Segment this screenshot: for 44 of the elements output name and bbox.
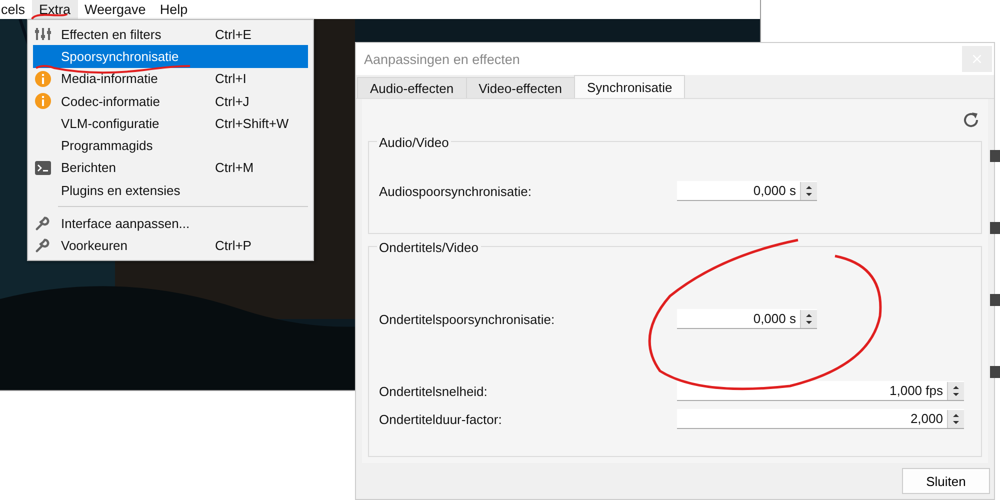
menu-item[interactable]: Interface aanpassen... xyxy=(33,212,308,235)
group-title: Ondertitels/Video xyxy=(377,240,480,255)
menu-bar-item[interactable]: Extra xyxy=(32,0,78,19)
window-title: Aanpassingen en effecten xyxy=(364,52,520,66)
side-marker xyxy=(990,150,1000,162)
menu-item[interactable]: Effecten en filters Ctrl+E xyxy=(33,23,308,46)
menu-bar-item[interactable]: Help xyxy=(152,0,195,19)
info-icon xyxy=(35,93,51,110)
menu-item[interactable]: VLM-configuratie Ctrl+Shift+W xyxy=(33,112,308,134)
spin-box[interactable]: 1,000 fps xyxy=(677,381,964,401)
group-title: Audio/Video xyxy=(377,135,451,150)
field-label: Ondertitelspoorsynchronisatie: xyxy=(379,312,556,326)
spin-arrows-icon[interactable] xyxy=(952,412,960,426)
field-label: Audiospoorsynchronisatie: xyxy=(379,184,532,198)
menu-item[interactable]: Berichten Ctrl+M xyxy=(33,156,308,180)
menu-item[interactable]: Plugins en extensies xyxy=(33,179,308,202)
wrench-icon xyxy=(35,216,50,232)
menu-item[interactable]: Voorkeuren Ctrl+P xyxy=(33,234,308,257)
spin-arrows-icon[interactable] xyxy=(805,184,813,198)
tab[interactable]: Video-effecten xyxy=(466,77,575,98)
terminal-icon xyxy=(35,160,51,175)
close-button[interactable]: Sluiten xyxy=(902,468,990,494)
side-marker xyxy=(990,294,1000,306)
field-label: Ondertitelsnelheid: xyxy=(379,384,488,398)
spin-arrows-icon[interactable] xyxy=(805,312,813,326)
spin-box[interactable]: 0,000 s xyxy=(677,309,817,329)
menu-item[interactable]: Codec-informatie Ctrl+J xyxy=(33,90,308,112)
field-label: Ondertitelduur-factor: xyxy=(379,412,503,426)
side-marker xyxy=(990,222,1000,234)
spin-arrows-icon[interactable] xyxy=(952,384,960,398)
spin-box[interactable]: 2,000 xyxy=(677,409,964,429)
tab[interactable]: Synchronisatie xyxy=(574,75,686,98)
sliders-icon xyxy=(35,27,51,42)
tab[interactable]: Audio-effecten xyxy=(357,77,467,98)
spin-box[interactable]: 0,000 s xyxy=(677,181,817,201)
menu-item[interactable]: Spoorsynchronisatie xyxy=(33,45,308,68)
refresh-icon[interactable] xyxy=(962,111,980,129)
side-marker xyxy=(990,366,1000,378)
menu-bar-item[interactable]: cels xyxy=(0,0,32,19)
menu-item[interactable]: Programmagids xyxy=(33,134,308,157)
info-icon xyxy=(35,70,51,87)
menu-bar-item[interactable]: Weergave xyxy=(78,0,153,19)
wrench-icon xyxy=(35,238,50,254)
menu-item[interactable]: Media-informatie Ctrl+I xyxy=(33,68,308,90)
